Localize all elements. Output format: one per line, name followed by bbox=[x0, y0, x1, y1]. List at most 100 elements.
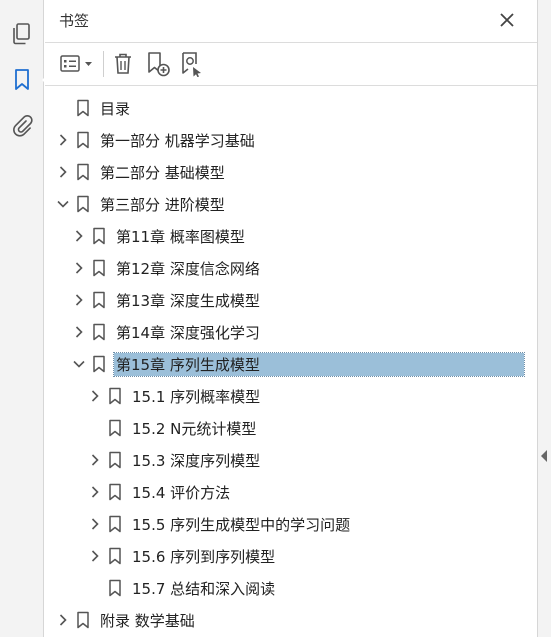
chevron-down-icon[interactable] bbox=[72, 357, 86, 371]
bookmark-label-container[interactable]: 附录 数学基础 bbox=[98, 609, 195, 632]
bookmark-icon bbox=[92, 323, 106, 341]
bookmarks-toolbar bbox=[45, 42, 537, 86]
panel-title: 书签 bbox=[59, 12, 90, 30]
bookmark-item[interactable]: 15.6 序列到序列模型 bbox=[45, 540, 537, 572]
bookmark-item[interactable]: 第15章 序列生成模型 bbox=[45, 348, 537, 380]
bookmark-item[interactable]: 15.2 N元统计模型 bbox=[45, 412, 537, 444]
bookmarks-icon[interactable] bbox=[6, 64, 50, 96]
bookmark-icon bbox=[76, 611, 90, 629]
bookmark-label: 15.6 序列到序列模型 bbox=[132, 548, 276, 566]
bookmark-label-container[interactable]: 第二部分 基础模型 bbox=[98, 161, 225, 184]
bookmark-icon bbox=[108, 451, 122, 469]
attachments-icon[interactable] bbox=[6, 110, 38, 142]
chevron-right-icon[interactable] bbox=[88, 485, 102, 499]
bookmark-label-container[interactable]: 第14章 深度强化学习 bbox=[114, 321, 260, 344]
bookmark-item[interactable]: 第12章 深度信念网络 bbox=[45, 252, 537, 284]
bookmark-item[interactable]: 目录 bbox=[45, 92, 537, 124]
bookmark-item[interactable]: 15.7 总结和深入阅读 bbox=[45, 572, 537, 604]
bookmarks-panel: 书签 目录 第一部分 机器学习基础 第二部分 基础模型 第三部分 进阶模型 第1… bbox=[45, 0, 537, 637]
bookmark-label: 目录 bbox=[100, 100, 131, 118]
chevron-right-icon[interactable] bbox=[88, 389, 102, 403]
bookmark-label: 第14章 深度强化学习 bbox=[116, 324, 260, 342]
bookmark-item[interactable]: 15.1 序列概率模型 bbox=[45, 380, 537, 412]
chevron-right-icon[interactable] bbox=[88, 517, 102, 531]
chevron-right-icon[interactable] bbox=[88, 549, 102, 563]
bookmark-label-container[interactable]: 第13章 深度生成模型 bbox=[114, 289, 260, 312]
new-bookmark-icon[interactable] bbox=[143, 49, 173, 79]
bookmark-label-container[interactable]: 15.6 序列到序列模型 bbox=[130, 545, 275, 568]
close-icon[interactable] bbox=[495, 8, 519, 32]
bookmark-label-container[interactable]: 15.4 评价方法 bbox=[130, 481, 230, 504]
bookmark-item[interactable]: 第一部分 机器学习基础 bbox=[45, 124, 537, 156]
bookmark-label-container[interactable]: 第一部分 机器学习基础 bbox=[98, 129, 255, 152]
find-bookmark-icon[interactable] bbox=[177, 49, 207, 79]
chevron-right-icon[interactable] bbox=[72, 293, 86, 307]
bookmark-label: 第三部分 进阶模型 bbox=[100, 196, 225, 214]
chevron-right-icon[interactable] bbox=[56, 133, 70, 147]
bookmark-label-container[interactable]: 第11章 概率图模型 bbox=[114, 225, 245, 248]
bookmark-label: 第12章 深度信念网络 bbox=[116, 260, 260, 278]
bookmark-label: 15.4 评价方法 bbox=[132, 484, 231, 502]
bookmark-label-container[interactable]: 15.2 N元统计模型 bbox=[130, 417, 256, 440]
bookmark-item[interactable]: 第14章 深度强化学习 bbox=[45, 316, 537, 348]
bookmark-label: 附录 数学基础 bbox=[100, 612, 195, 630]
bookmark-icon bbox=[76, 131, 90, 149]
bookmark-label: 第13章 深度生成模型 bbox=[116, 292, 260, 310]
bookmark-label: 第二部分 基础模型 bbox=[100, 164, 225, 182]
pane-splitter[interactable] bbox=[537, 0, 551, 637]
bookmark-label: 15.2 N元统计模型 bbox=[132, 420, 257, 438]
bookmark-icon bbox=[92, 355, 106, 373]
bookmark-item[interactable]: 15.3 深度序列模型 bbox=[45, 444, 537, 476]
chevron-right-icon[interactable] bbox=[72, 325, 86, 339]
page-thumbnails-icon[interactable] bbox=[6, 18, 38, 50]
bookmark-label-container[interactable]: 15.5 序列生成模型中的学习问题 bbox=[130, 513, 350, 536]
bookmark-item[interactable]: 第11章 概率图模型 bbox=[45, 220, 537, 252]
bookmark-label-container[interactable]: 15.7 总结和深入阅读 bbox=[130, 577, 275, 600]
list-options-icon[interactable] bbox=[59, 49, 97, 79]
navigation-rail bbox=[0, 0, 50, 637]
bookmark-tree: 目录第一部分 机器学习基础 第二部分 基础模型 第三部分 进阶模型第11章 概率图模… bbox=[45, 92, 537, 636]
bookmark-icon bbox=[76, 99, 90, 117]
bookmark-label: 15.7 总结和深入阅读 bbox=[132, 580, 276, 598]
bookmark-icon bbox=[76, 195, 90, 213]
bookmark-icon bbox=[108, 387, 122, 405]
trash-icon[interactable] bbox=[109, 49, 137, 79]
bookmark-item[interactable]: 15.4 评价方法 bbox=[45, 476, 537, 508]
chevron-right-icon[interactable] bbox=[88, 453, 102, 467]
bookmark-icon bbox=[108, 579, 122, 597]
bookmark-item[interactable]: 第13章 深度生成模型 bbox=[45, 284, 537, 316]
bookmark-item[interactable]: 15.5 序列生成模型中的学习问题 bbox=[45, 508, 537, 540]
bookmark-label: 15.5 序列生成模型中的学习问题 bbox=[132, 516, 351, 534]
bookmark-label-container[interactable]: 15.3 深度序列模型 bbox=[130, 449, 260, 472]
bookmark-label: 第11章 概率图模型 bbox=[116, 228, 245, 246]
bookmark-label-container[interactable]: 第三部分 进阶模型 bbox=[98, 193, 225, 216]
chevron-right-icon[interactable] bbox=[72, 229, 86, 243]
bookmark-icon bbox=[108, 483, 122, 501]
bookmark-icon bbox=[108, 419, 122, 437]
bookmark-label-container[interactable]: 第15章 序列生成模型 bbox=[113, 352, 525, 377]
bookmark-label-container[interactable]: 第12章 深度信念网络 bbox=[114, 257, 260, 280]
bookmark-icon bbox=[92, 291, 106, 309]
bookmark-label-container[interactable]: 15.1 序列概率模型 bbox=[130, 385, 260, 408]
chevron-right-icon[interactable] bbox=[56, 613, 70, 627]
chevron-right-icon[interactable] bbox=[72, 261, 86, 275]
chevron-right-icon[interactable] bbox=[56, 165, 70, 179]
bookmark-item[interactable]: 第二部分 基础模型 bbox=[45, 156, 537, 188]
bookmark-label: 第15章 序列生成模型 bbox=[116, 356, 260, 374]
bookmark-icon bbox=[108, 547, 122, 565]
bookmark-item[interactable]: 附录 数学基础 bbox=[45, 604, 537, 636]
bookmark-icon bbox=[108, 515, 122, 533]
bookmarks-pane: 书签 目录 第一部分 机器学习基础 第二部分 基础模型 第三部分 进阶模型 第1… bbox=[0, 0, 551, 637]
panel-header: 书签 bbox=[45, 0, 537, 40]
bookmark-icon bbox=[92, 259, 106, 277]
chevron-down-icon[interactable] bbox=[56, 197, 70, 211]
bookmark-icon bbox=[92, 227, 106, 245]
bookmark-label: 第一部分 机器学习基础 bbox=[100, 132, 255, 150]
bookmark-label: 15.3 深度序列模型 bbox=[132, 452, 261, 470]
bookmark-icon bbox=[76, 163, 90, 181]
bookmark-label: 15.1 序列概率模型 bbox=[132, 388, 261, 406]
bookmark-item[interactable]: 第三部分 进阶模型 bbox=[45, 188, 537, 220]
toolbar-separator bbox=[103, 51, 104, 77]
bookmark-label-container[interactable]: 目录 bbox=[98, 97, 130, 120]
collapse-arrow-icon[interactable] bbox=[541, 450, 547, 462]
